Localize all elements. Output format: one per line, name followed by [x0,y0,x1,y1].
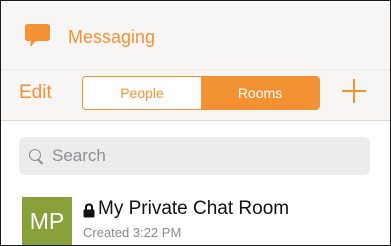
title-bar: Messaging [1,1,390,70]
plus-icon[interactable] [342,79,366,103]
tab-people[interactable]: People [83,77,201,109]
room-subtitle: Created 3:22 PM [83,225,182,240]
edit-button[interactable]: Edit [19,82,52,104]
search-bar[interactable] [19,137,370,175]
avatar: MP [22,197,72,245]
room-list-item[interactable]: MP My Private Chat Room Created 3:22 PM [1,189,390,245]
toolbar: Edit People Rooms [1,70,390,121]
search-icon [29,149,41,161]
search-input[interactable] [52,142,352,170]
segmented-control: People Rooms [82,76,320,110]
lock-icon [83,203,95,218]
chat-bubble-icon [25,24,50,47]
app-window: Messaging Edit People Rooms MP My Privat… [0,0,391,246]
app-title: Messaging [68,27,156,47]
tab-rooms[interactable]: Rooms [201,77,319,109]
room-title: My Private Chat Room [98,198,290,219]
